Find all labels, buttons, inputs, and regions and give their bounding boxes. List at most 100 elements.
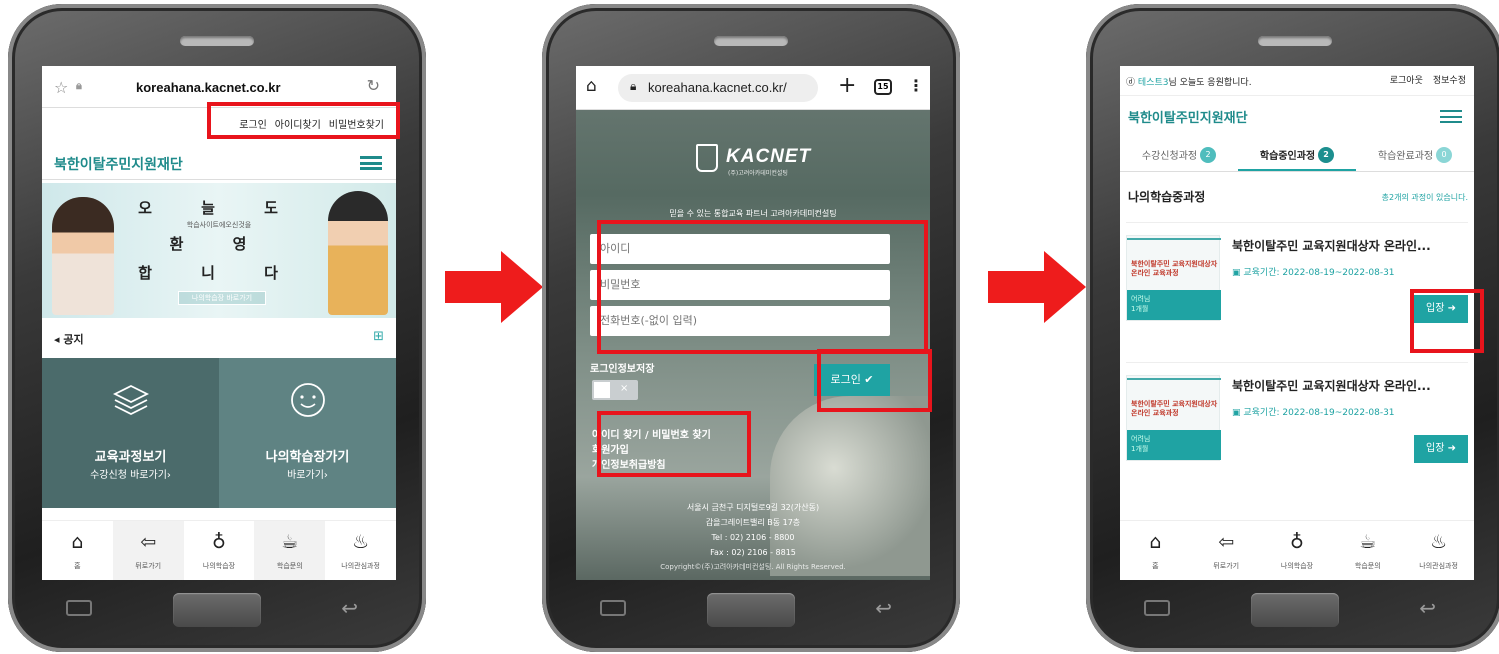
user-bar: ⓓ 테스트3님 오늘도 응원합니다. 로그아웃 정보수정 [1120, 66, 1474, 96]
tab-completed[interactable]: 학습완료과정 0 [1356, 134, 1474, 171]
bag-icon: ♨ [352, 531, 370, 553]
section-title: 나의학습중과정 [1128, 190, 1206, 204]
tab-in-progress[interactable]: 학습중인과정 2 [1238, 134, 1356, 171]
headset-icon: ♁ [212, 531, 226, 553]
nav-label: 나의학습장 [1280, 562, 1314, 570]
nav-label: 나의학습장 [202, 562, 236, 570]
tab-badge: 0 [1436, 147, 1453, 163]
home-icon[interactable]: ⌂ [586, 76, 597, 96]
course-title[interactable]: 북한이탈주민 교육지원대상자 온라인... [1232, 237, 1431, 254]
hamburger-menu-icon[interactable] [360, 156, 382, 170]
footer-tel: Tel : 02) 2106 - 8800 [711, 533, 795, 542]
thumb-status: 어려님 1개월 [1127, 430, 1221, 460]
back-button[interactable]: ↩ [341, 598, 358, 618]
new-tab-icon[interactable]: + [838, 73, 856, 98]
calendar-icon: ▣ [1232, 268, 1244, 278]
recent-apps-button[interactable] [600, 600, 626, 616]
welcome-banner: 오 늘 도 학습사이트에오신것을 환 영 합 니 다 나의학습장 바로가기 [42, 183, 396, 318]
url-text[interactable]: koreahana.kacnet.co.kr [136, 80, 281, 95]
enter-button[interactable]: 입장 ➜ [1414, 435, 1468, 463]
tile-subtitle: 수강신청 바로가기› [90, 470, 171, 481]
more-vert-icon[interactable]: ⋮ [908, 76, 924, 95]
home-button[interactable] [1251, 593, 1339, 627]
recent-apps-button[interactable] [66, 600, 92, 616]
nav-home[interactable]: ⌂ 홈 [1120, 521, 1191, 580]
footer-copyright: Copyright©(주)고려아카데미컨설팅. All Rights Reser… [660, 563, 846, 571]
brand-name: KACNET [726, 146, 812, 167]
signup-link[interactable]: 회원가입 [592, 443, 711, 458]
hamburger-menu-icon[interactable] [1440, 110, 1462, 123]
course-period: ▣ 교육기간: 2022-08-19~2022-08-31 [1232, 405, 1395, 418]
back-arrow-icon: ⇦ [1218, 531, 1235, 553]
nav-my-study[interactable]: ♁ 나의학습장 [1262, 521, 1333, 580]
home-button[interactable] [173, 593, 261, 627]
edit-profile-link[interactable]: 정보수정 [1433, 73, 1466, 86]
nav-back[interactable]: ⇦ 뒤로가기 [1191, 521, 1262, 580]
nav-label: 뒤로가기 [135, 562, 162, 570]
greeting-text: 님 오늘도 응원합니다. [1168, 78, 1252, 88]
tab-badge: 2 [1200, 147, 1217, 163]
more-plus-icon[interactable]: ⊞ [373, 329, 384, 344]
nav-inquiry[interactable]: ☕ 학습문의 [254, 521, 326, 580]
nav-favorites[interactable]: ♨ 나의관심과정 [325, 521, 396, 580]
recent-apps-button[interactable] [1144, 600, 1170, 616]
enter-button[interactable]: 입장 ➜ [1414, 295, 1468, 323]
course-thumbnail[interactable]: 북한이탈주민 교육지원대상자 온라인 교육과정 어려님 1개월 [1126, 235, 1221, 321]
back-button[interactable]: ↩ [1419, 598, 1436, 618]
course-thumbnail[interactable]: 북한이탈주민 교육지원대상자 온라인 교육과정 어려님 1개월 [1126, 375, 1221, 461]
save-login-label: 로그인정보저장 [590, 364, 655, 375]
find-password-link[interactable]: 비밀번호찾기 [329, 116, 384, 131]
site-header: 북한이탈주민지원재단 [1120, 98, 1474, 132]
nav-back[interactable]: ⇦ 뒤로가기 [112, 521, 184, 580]
browser-url-bar[interactable]: ☆ 🔒︎ koreahana.kacnet.co.kr ↻ [42, 66, 396, 108]
phone-input[interactable] [590, 306, 890, 336]
find-id-password-link[interactable]: 아이디 찾기 / 비밀번호 찾기 [592, 428, 711, 443]
headset-icon: ♁ [1290, 531, 1304, 553]
password-input[interactable] [590, 270, 890, 300]
course-view-tile[interactable]: 교육과정보기 수강신청 바로가기› [42, 358, 219, 508]
course-title[interactable]: 북한이탈주민 교육지원대상자 온라인... [1232, 377, 1431, 394]
toggle-off-icon: × [620, 383, 629, 394]
nav-label: 학습문의 [1354, 562, 1381, 570]
back-button[interactable]: ↩ [875, 598, 892, 618]
url-text[interactable]: koreahana.kacnet.co.kr/ [648, 80, 787, 95]
nav-favorites[interactable]: ♨ 나의관심과정 [1403, 521, 1474, 580]
nav-my-study[interactable]: ♁ 나의학습장 [184, 521, 255, 580]
banner-line-1: 오 늘 도 [138, 199, 300, 217]
footer-address: 서울시 금천구 디지털로9길 32(가산동) [686, 503, 820, 512]
speaker [714, 36, 788, 46]
reload-icon[interactable]: ↻ [367, 76, 380, 95]
tab-count-icon[interactable]: 15 [874, 79, 892, 95]
layers-icon [112, 384, 149, 416]
screen-home: ☆ 🔒︎ koreahana.kacnet.co.kr ↻ 로그인 아이디찾기 … [42, 66, 396, 580]
logout-link[interactable]: 로그아웃 [1390, 73, 1423, 86]
nav-inquiry[interactable]: ☕ 학습문의 [1332, 521, 1403, 580]
home-icon: ⌂ [1149, 531, 1162, 553]
org-name[interactable]: 북한이탈주민지원재단 [1128, 107, 1248, 126]
bottom-nav: ⌂ 홈 ⇦ 뒤로가기 ♁ 나의학습장 ☕ 학습문의 ♨ 나의관심과정 [1120, 520, 1474, 580]
save-login-toggle[interactable]: × [592, 380, 638, 400]
login-button[interactable]: 로그인 ✔ [814, 364, 890, 396]
home-button[interactable] [707, 593, 795, 627]
nav-label: 홈 [74, 562, 81, 570]
nav-home[interactable]: ⌂ 홈 [42, 521, 113, 580]
tab-enrollment[interactable]: 수강신청과정 2 [1120, 134, 1238, 171]
id-input[interactable] [590, 234, 890, 264]
section-count: 총2개의 과정이 있습니다. [1381, 193, 1468, 202]
tab-label: 학습완료과정 [1377, 151, 1434, 162]
my-study-tile[interactable]: 나의학습장가기 바로가기› [219, 358, 396, 508]
privacy-policy-link[interactable]: 개인정보취급방침 [592, 458, 711, 473]
thumb-level: 어려님 [1131, 435, 1151, 443]
course-card: 북한이탈주민 교육지원대상자 온라인 교육과정 어려님 1개월 북한이탈주민 교육… [1126, 362, 1468, 472]
my-study-button[interactable]: 나의학습장 바로가기 [178, 291, 266, 305]
browser-url-bar[interactable]: ⌂ 🔒︎ koreahana.kacnet.co.kr/ + 15 ⋮ [576, 66, 930, 110]
star-icon[interactable]: ☆ [54, 78, 68, 97]
coffee-cup-icon: ☕ [1359, 531, 1377, 553]
tagline: 믿을 수 있는 통합교육 파트너 고려아카데미컨설팅 [669, 209, 837, 218]
login-link[interactable]: 로그인 [239, 116, 267, 131]
greeting: ⓓ 테스트3님 오늘도 응원합니다. [1126, 75, 1252, 88]
calendar-icon: ▣ [1232, 408, 1244, 418]
thumb-term: 1개월 [1131, 445, 1149, 453]
org-name[interactable]: 북한이탈주민지원재단 [54, 154, 183, 174]
find-id-link[interactable]: 아이디찾기 [275, 116, 321, 131]
